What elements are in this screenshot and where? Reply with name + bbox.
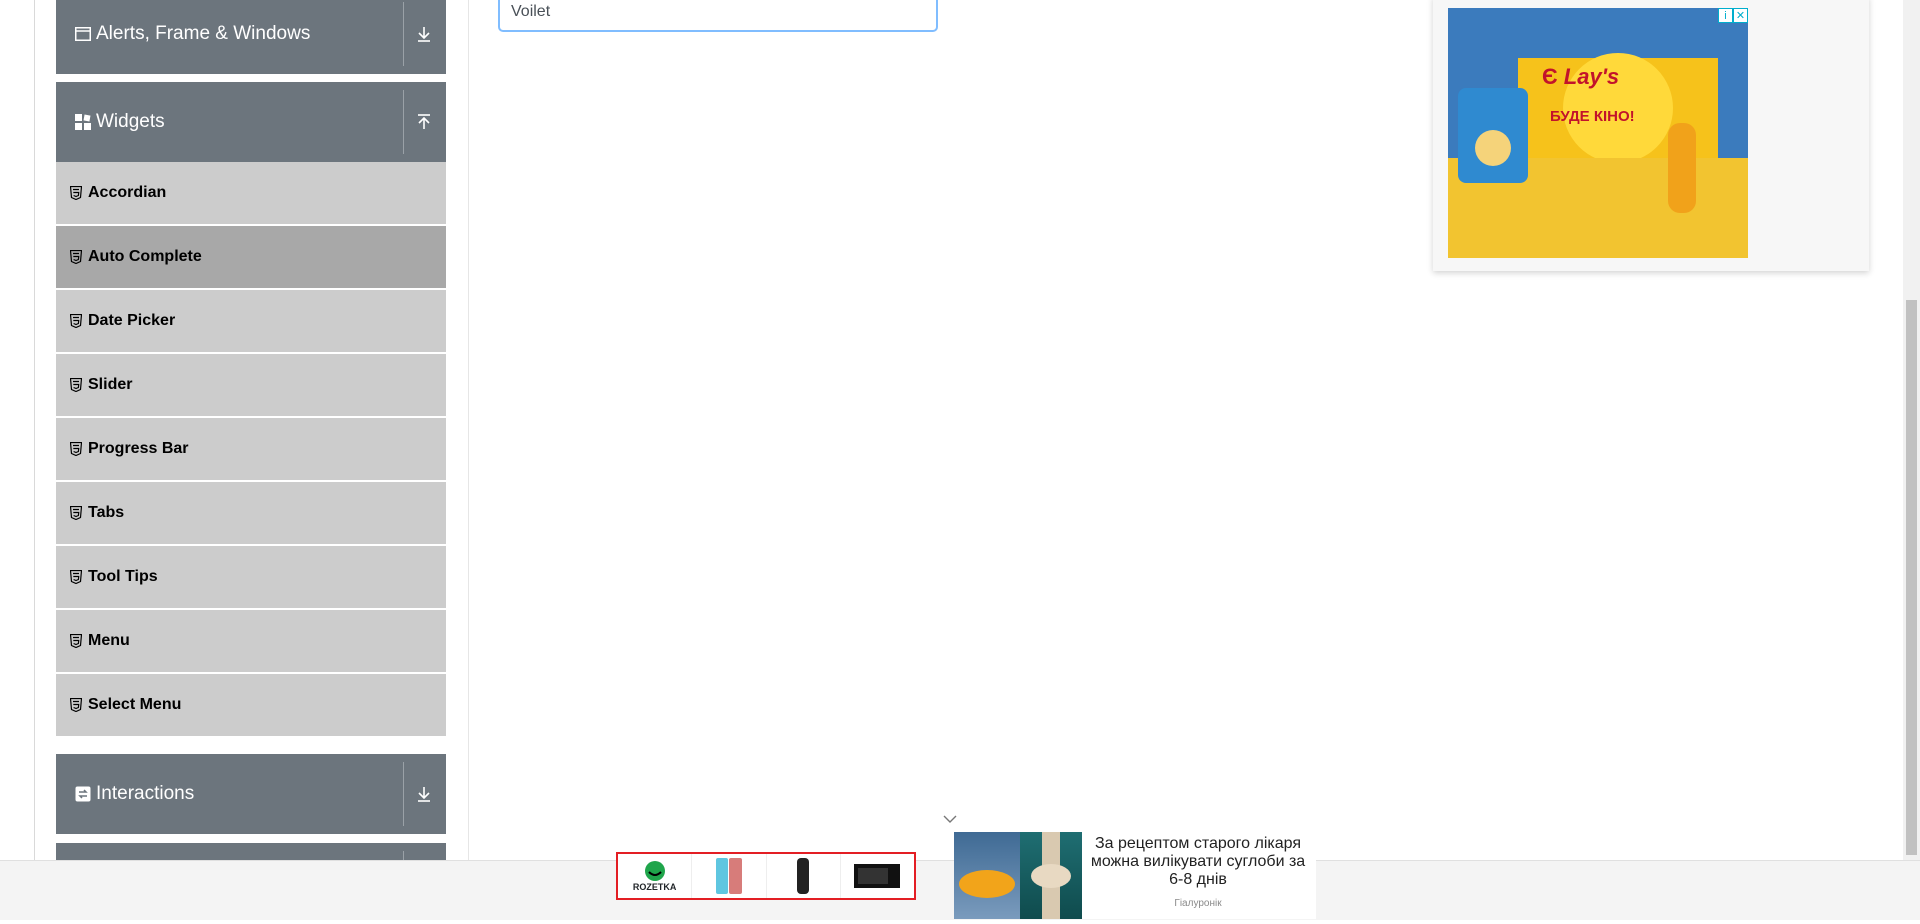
group-header-label: Interactions bbox=[96, 783, 195, 804]
html5-icon bbox=[70, 506, 82, 520]
sidebar-item-label: Auto Complete bbox=[88, 248, 202, 265]
header-separator bbox=[403, 2, 404, 66]
sidebar-item-label: Tool Tips bbox=[88, 568, 158, 585]
ad-headline-1: Є bbox=[1542, 64, 1558, 89]
html5-icon bbox=[70, 378, 82, 392]
group-header-interactions[interactable]: Interactions bbox=[56, 754, 446, 834]
html5-icon bbox=[70, 186, 82, 200]
autocomplete-input-value: Voilet bbox=[511, 3, 551, 20]
widgets-menu-list: Accordian Auto Complete Date Picker Slid… bbox=[56, 162, 446, 738]
scrollbar-thumb[interactable] bbox=[1906, 300, 1917, 855]
ad-brand-text: Є Lay's bbox=[1542, 64, 1619, 90]
rozetka-brand: ROZETKA bbox=[632, 882, 677, 892]
ad-headline-2: БУДЕ КІНО! bbox=[1550, 108, 1635, 125]
html5-icon bbox=[70, 570, 82, 584]
header-separator bbox=[403, 90, 404, 154]
expand-down-icon[interactable] bbox=[412, 0, 436, 74]
sidebar-item-accordian[interactable]: Accordian bbox=[56, 162, 446, 224]
sidebar-item-auto-complete[interactable]: Auto Complete bbox=[56, 226, 446, 288]
rozetka-logo: ROZETKA bbox=[618, 854, 693, 898]
page-frame-border bbox=[34, 0, 35, 860]
sidebar-item-label: Tabs bbox=[88, 504, 125, 521]
group-header-alerts-frame-windows[interactable]: Alerts, Frame & Windows bbox=[56, 0, 446, 74]
group-header-label: Alerts, Frame & Windows bbox=[96, 23, 311, 44]
sidebar-item-label: Select Menu bbox=[88, 696, 182, 713]
html5-icon bbox=[70, 442, 82, 456]
ad-photo-gel bbox=[954, 832, 1020, 919]
sidebar-item-slider[interactable]: Slider bbox=[56, 354, 446, 416]
ad-close-icon[interactable]: ✕ bbox=[1733, 8, 1748, 23]
widgets-icon bbox=[74, 113, 92, 131]
right-ad-card[interactable]: Є Lay's БУДЕ КІНО! i ✕ bbox=[1433, 0, 1869, 271]
sidebar-item-label: Date Picker bbox=[88, 312, 176, 329]
sidebar-item-label: Slider bbox=[88, 376, 133, 393]
sidebar-item-menu[interactable]: Menu bbox=[56, 610, 446, 672]
sidebar-item-label: Progress Bar bbox=[88, 440, 189, 457]
lays-ad-image[interactable]: Є Lay's БУДЕ КІНО! i ✕ bbox=[1448, 8, 1748, 258]
ad-photo-knee bbox=[1020, 832, 1082, 919]
html5-icon bbox=[70, 250, 82, 264]
ad-headline: За рецептом старого лікаря можна вилікув… bbox=[1090, 835, 1306, 888]
interactions-icon bbox=[74, 785, 92, 803]
medical-ad[interactable]: За рецептом старого лікаря можна вилікув… bbox=[954, 832, 1316, 919]
group-header-label: Widgets bbox=[96, 111, 165, 132]
sidebar-divider bbox=[468, 0, 469, 860]
collapse-ad-chevron-icon[interactable] bbox=[942, 812, 958, 826]
autocomplete-input[interactable]: Voilet bbox=[499, 0, 937, 31]
sidebar-item-tabs[interactable]: Tabs bbox=[56, 482, 446, 544]
ad-info-icon[interactable]: i bbox=[1718, 8, 1733, 23]
phone-product-image bbox=[692, 854, 767, 898]
rozetka-ad[interactable]: ROZETKA bbox=[616, 852, 916, 900]
ad-brand: Lay's bbox=[1563, 64, 1620, 89]
header-separator bbox=[403, 762, 404, 826]
page-scrollbar[interactable] bbox=[1903, 0, 1920, 860]
sidebar-item-tool-tips[interactable]: Tool Tips bbox=[56, 546, 446, 608]
window-icon bbox=[74, 25, 92, 43]
html5-icon bbox=[70, 698, 82, 712]
microwave-product-image bbox=[841, 854, 914, 898]
html5-icon bbox=[70, 314, 82, 328]
sidebar-item-progress-bar[interactable]: Progress Bar bbox=[56, 418, 446, 480]
sidebar-item-select-menu[interactable]: Select Menu bbox=[56, 674, 446, 736]
group-header-widgets[interactable]: Widgets bbox=[56, 82, 446, 162]
sidebar-item-date-picker[interactable]: Date Picker bbox=[56, 290, 446, 352]
expand-down-icon[interactable] bbox=[412, 754, 436, 834]
ad-source: Гіалуронік bbox=[1174, 898, 1222, 909]
sidebar-item-label: Menu bbox=[88, 632, 130, 649]
grinder-product-image bbox=[767, 854, 841, 898]
sidebar-item-label: Accordian bbox=[88, 184, 167, 201]
html5-icon bbox=[70, 634, 82, 648]
ad-controls[interactable]: i ✕ bbox=[1718, 8, 1748, 23]
collapse-up-icon[interactable] bbox=[412, 82, 436, 162]
